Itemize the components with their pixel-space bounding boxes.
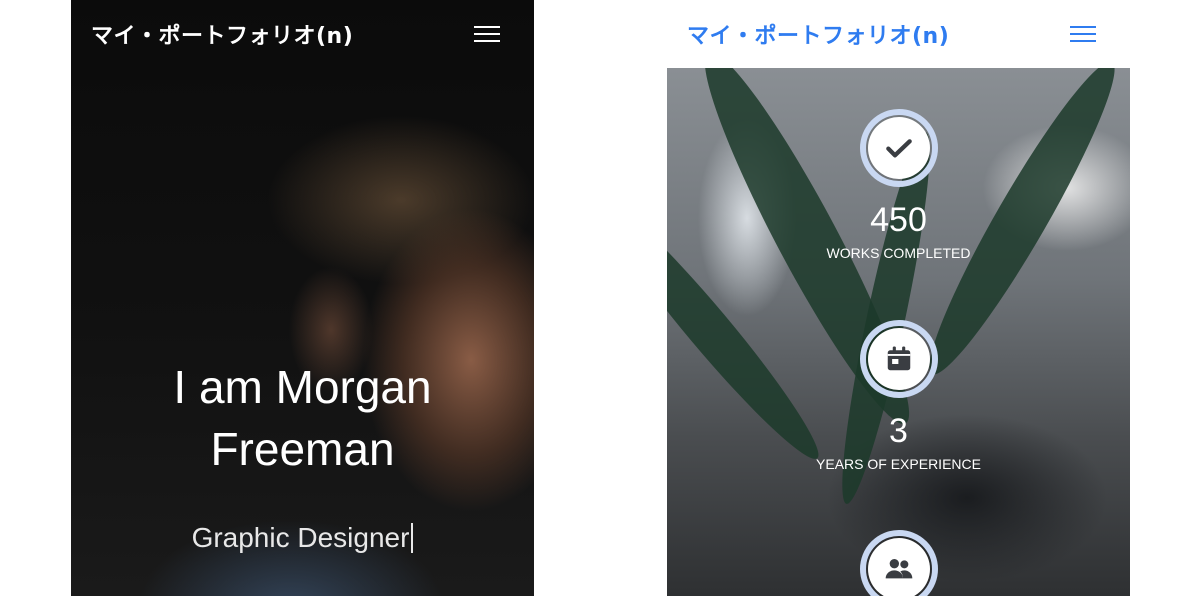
hamburger-icon[interactable] <box>1070 24 1096 44</box>
stat-icon-ring <box>859 320 938 398</box>
brand-link[interactable]: マイ・ポートフォリオ(n) <box>91 18 353 50</box>
navbar: マイ・ポートフォリオ(n) <box>71 0 534 68</box>
hero-subtitle: Graphic Designer <box>71 522 534 554</box>
hero-subtitle-text: Graphic Designer <box>191 522 410 553</box>
stat-label: YEARS OF EXPERIENCE <box>816 456 981 472</box>
left-phone-screen: マイ・ポートフォリオ(n) I am Morgan Freeman Graphi… <box>71 0 534 596</box>
stat-icon-ring <box>859 530 938 596</box>
stat-value: 3 <box>889 412 908 450</box>
stat-item <box>667 530 1130 596</box>
stat-label: WORKS COMPLETED <box>826 245 971 261</box>
calendar-icon <box>867 328 930 390</box>
users-icon <box>867 538 930 596</box>
stat-value: 450 <box>870 201 927 239</box>
check-icon <box>867 117 930 179</box>
stat-item: 450 WORKS COMPLETED <box>667 109 1130 262</box>
stats-section: 450 WORKS COMPLETED 3 YEARS OF EXPERIENC… <box>667 68 1130 596</box>
hamburger-icon[interactable] <box>474 24 500 44</box>
hero-title-line-2: Freeman <box>210 423 395 475</box>
hero-title: I am Morgan Freeman <box>71 356 534 480</box>
stat-icon-ring <box>859 109 938 187</box>
hero-background-image <box>71 0 534 596</box>
stat-item: 3 YEARS OF EXPERIENCE <box>667 320 1130 473</box>
navbar: マイ・ポートフォリオ(n) <box>667 0 1130 68</box>
right-phone-screen: マイ・ポートフォリオ(n) 450 WORKS COMPLETED 3 YEAR… <box>667 0 1130 596</box>
brand-link[interactable]: マイ・ポートフォリオ(n) <box>687 18 949 50</box>
hero-title-line-1: I am Morgan <box>173 361 432 413</box>
typing-cursor <box>411 523 414 553</box>
